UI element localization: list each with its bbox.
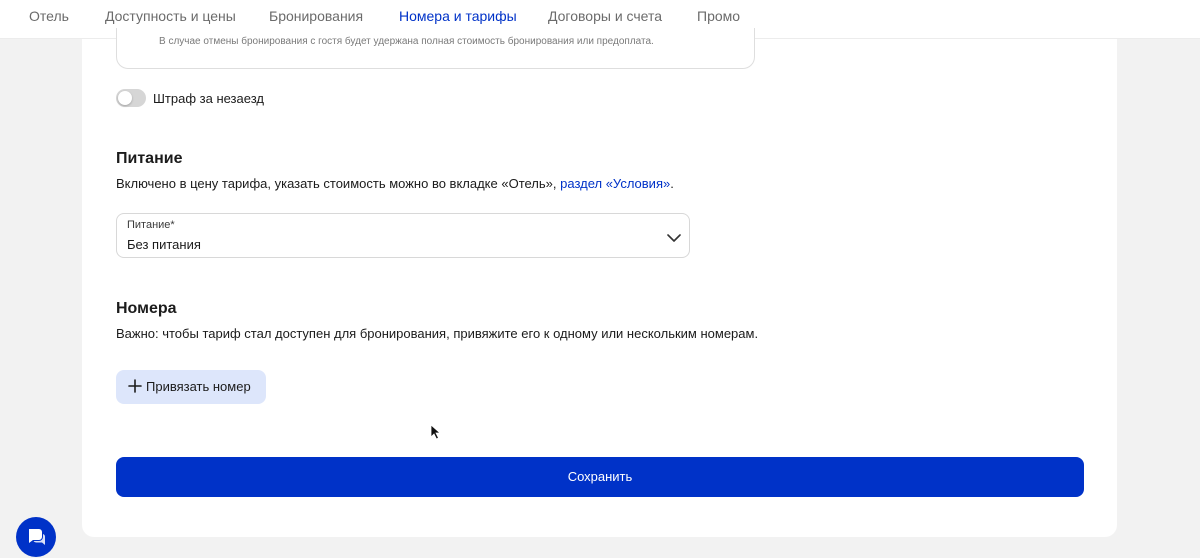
- nav-tab-bookings[interactable]: Бронирования: [269, 8, 363, 24]
- cancellation-policy-box: [116, 28, 755, 69]
- conditions-section-link[interactable]: раздел «Условия»: [560, 176, 670, 191]
- nav-tab-rooms-rates[interactable]: Номера и тарифы: [399, 8, 517, 24]
- rooms-section-title: Номера: [116, 300, 177, 317]
- bind-room-button[interactable]: Привязать номер: [116, 370, 266, 404]
- meals-select-value: Без питания: [127, 237, 201, 252]
- meals-description-text: Включено в цену тарифа, указать стоимост…: [116, 176, 561, 191]
- no-show-penalty-label: Штраф за незаезд: [153, 91, 264, 106]
- toggle-knob: [118, 91, 132, 105]
- chat-support-button[interactable]: [16, 517, 56, 557]
- meals-select-label: Питание*: [127, 219, 175, 231]
- chat-icon: [29, 529, 46, 545]
- save-button[interactable]: Сохранить: [116, 457, 1084, 497]
- nav-tab-promo[interactable]: Промо: [697, 8, 740, 24]
- cancellation-policy-text: В случае отмены бронирования с гостя буд…: [159, 36, 654, 47]
- nav-tab-availability[interactable]: Доступность и цены: [105, 8, 236, 24]
- save-button-label: Сохранить: [567, 469, 633, 484]
- meals-description-end: .: [670, 176, 674, 191]
- no-show-penalty-toggle[interactable]: [116, 89, 146, 107]
- bind-room-button-label: Привязать номер: [146, 379, 251, 394]
- meals-select[interactable]: Питание* Без питания: [116, 213, 690, 258]
- plus-icon: [128, 379, 142, 393]
- nav-tab-hotel[interactable]: Отель: [29, 8, 69, 24]
- meals-section-description: Включено в цену тарифа, указать стоимост…: [116, 176, 674, 191]
- nav-tab-contracts[interactable]: Договоры и счета: [548, 8, 662, 24]
- rooms-section-description: Важно: чтобы тариф стал доступен для бро…: [116, 326, 759, 341]
- chevron-down-icon: [667, 234, 681, 242]
- meals-section-title: Питание: [116, 150, 183, 167]
- cursor-icon: [430, 424, 442, 440]
